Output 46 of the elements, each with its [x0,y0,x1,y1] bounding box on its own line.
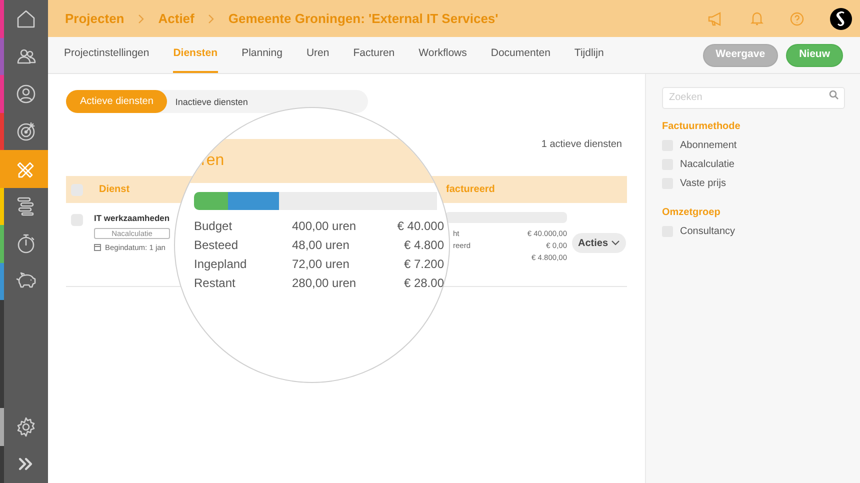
help-icon[interactable] [790,12,804,26]
chevron-right-icon [208,14,214,24]
amount-value: € 4.800 [402,236,444,254]
settings-icon[interactable] [15,416,37,438]
row-label: Ingepland [194,256,248,272]
home-icon[interactable] [15,8,37,30]
stopwatch-icon[interactable] [15,232,37,255]
filter-group-title: Factuurmethode [662,120,742,134]
search-icon [829,90,839,100]
chevron-right-icon [138,14,144,24]
calendar-icon [94,244,101,251]
tab[interactable]: Facturen [353,37,395,73]
user-icon[interactable] [15,82,37,105]
tab[interactable]: Tijdlijn [574,37,604,73]
amount-value: € 7.200 [402,256,444,272]
actions-button[interactable]: Acties [572,233,626,253]
tab[interactable]: Projectinstellingen [64,37,150,73]
target-icon[interactable] [15,120,37,142]
filter-tab[interactable]: Inactieve diensten [175,96,248,106]
filter-label[interactable]: Abonnement [680,138,737,153]
filter-label[interactable]: Nacalculatie [680,157,734,172]
active-nav-item[interactable] [0,150,48,188]
column-header: Dienst [99,183,131,197]
bell-icon[interactable] [750,11,764,26]
select-all-checkbox[interactable] [71,184,83,196]
service-count: 1 actieve diensten [541,138,622,152]
column-header: factureerd [446,183,495,197]
amount-value: € 40.000 [396,218,444,234]
hours-value: 48,00 uren [292,236,350,254]
row-label: Besteed [194,236,240,254]
tab[interactable]: Uren [306,37,330,73]
logo-icon[interactable] [830,8,852,30]
tab[interactable]: Workflows [418,37,467,73]
row-label: Budget [194,218,234,234]
hours-value: 72,00 uren [292,256,350,272]
hours-value: 400,00 uren [292,218,358,234]
chevron-down-icon [611,240,620,246]
filter-group-title: Omzetgroep [662,206,722,220]
amount-value: € 28.00 [402,274,444,292]
filter-label[interactable]: Vaste prijs [680,176,726,191]
service-name[interactable]: IT werkzaamheden [94,212,170,225]
row-label: Restant [194,274,236,292]
tab[interactable]: Planning [242,37,282,73]
hours-value: 280,00 uren [292,274,358,292]
tab[interactable]: Documenten [490,37,550,73]
filter-label[interactable]: Consultancy [680,224,736,239]
